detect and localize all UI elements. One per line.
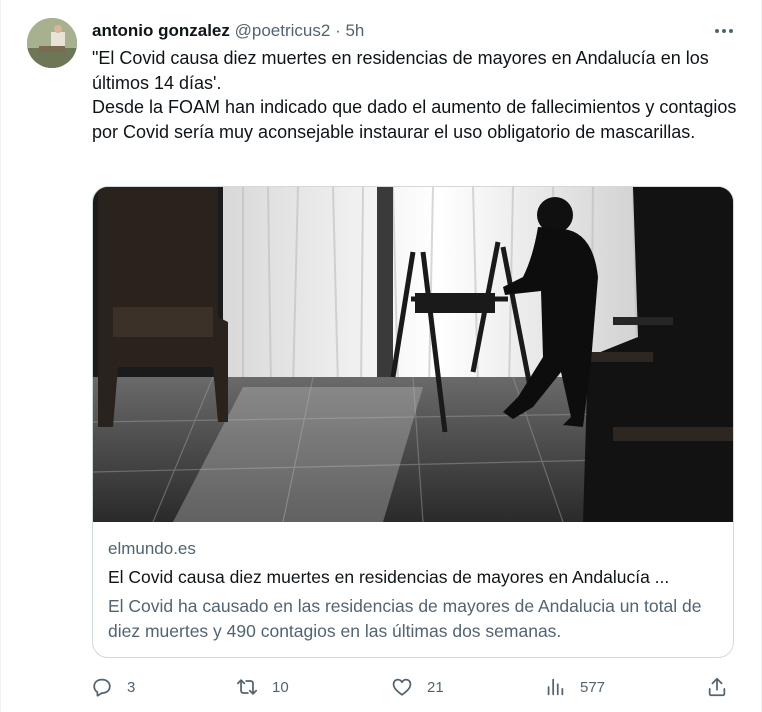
tweet-text-quote: "El Covid causa diez muertes en residenc…: [92, 48, 709, 93]
card-description: El Covid ha causado en las residencias d…: [108, 596, 702, 641]
card-domain[interactable]: elmundo.es: [108, 539, 196, 559]
reply-icon: [93, 678, 111, 697]
card-image[interactable]: [93, 187, 733, 522]
separator-dot: ·: [335, 21, 341, 40]
like-icon: [392, 678, 412, 696]
link-card[interactable]: elmundo.es El Covid causa diez muertes e…: [92, 186, 734, 658]
tweet-header: antonio gonzalez @poetricus2 · 5h: [92, 20, 364, 42]
action-bar: 3 10 21 577: [91, 672, 741, 702]
card-title[interactable]: El Covid causa diez muertes en residenci…: [108, 567, 723, 588]
retweet-count: 10: [272, 678, 289, 696]
avatar[interactable]: [27, 18, 77, 68]
share-button[interactable]: [706, 672, 742, 702]
author-name[interactable]: antonio gonzalez: [92, 21, 230, 40]
like-count: 21: [427, 678, 444, 696]
author-handle[interactable]: @poetricus2: [235, 21, 331, 40]
tweet[interactable]: antonio gonzalez @poetricus2 · 5h "El Co…: [0, 0, 762, 712]
views-button[interactable]: 577: [544, 672, 605, 702]
views-count: 577: [580, 678, 606, 696]
like-button[interactable]: 21: [391, 672, 444, 702]
tweet-time[interactable]: 5h: [345, 21, 364, 40]
retweet-button[interactable]: 10: [236, 672, 289, 702]
tweet-text: "El Covid causa diez muertes en residenc…: [92, 46, 742, 144]
tweet-text-body: Desde la FOAM han indicado que dado el a…: [92, 97, 737, 142]
retweet-icon: [236, 679, 258, 695]
reply-count: 3: [127, 678, 136, 696]
reply-button[interactable]: 3: [91, 672, 135, 702]
views-icon: [547, 678, 564, 696]
more-icon[interactable]: [711, 20, 737, 42]
share-icon: [708, 677, 726, 697]
